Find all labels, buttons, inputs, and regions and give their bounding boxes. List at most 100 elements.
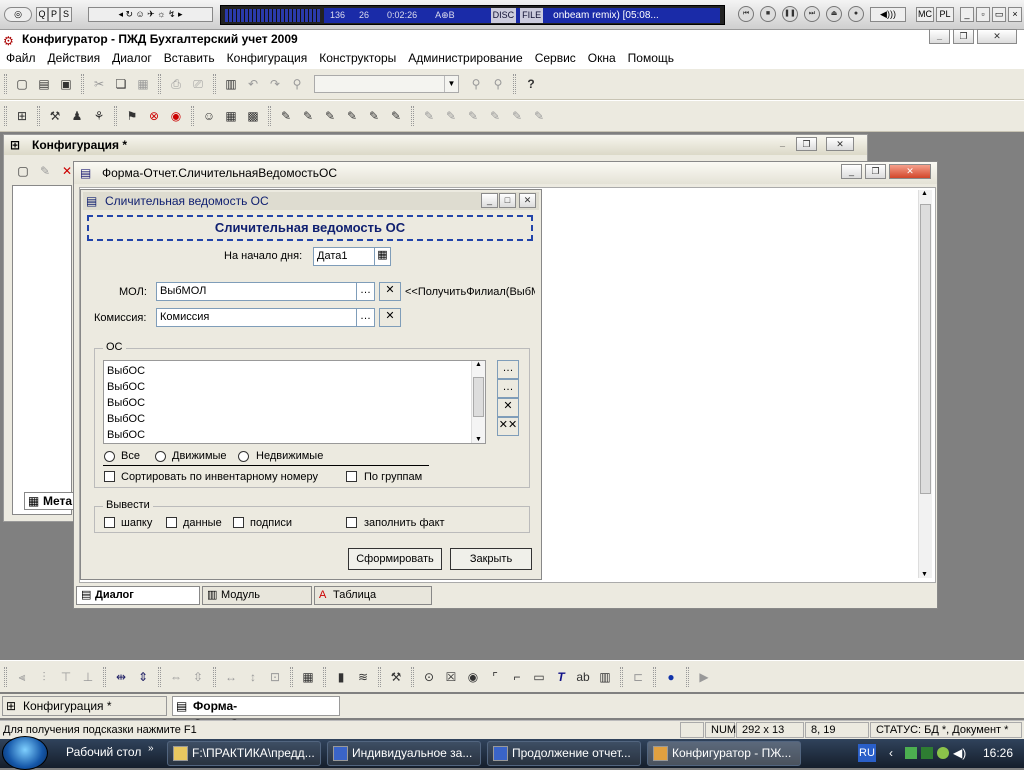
player-p-button[interactable]: P bbox=[48, 7, 60, 22]
wizard-8-icon[interactable]: ✎ bbox=[443, 108, 459, 124]
clock[interactable]: 16:26 bbox=[983, 741, 1013, 766]
toolbar-grip[interactable] bbox=[4, 74, 7, 94]
undo-icon[interactable]: ↶ bbox=[245, 76, 261, 92]
ok-button-tool-icon[interactable]: ⊙ bbox=[421, 669, 437, 685]
merge-icon[interactable]: ⚑ bbox=[124, 108, 140, 124]
calendar-icon[interactable]: ▦ bbox=[374, 247, 391, 266]
next-track-icon[interactable]: ⏭ bbox=[804, 6, 820, 22]
task-word-1[interactable]: Индивидуальное за... bbox=[327, 741, 481, 766]
os-remove-button[interactable]: ✕ bbox=[497, 398, 519, 417]
stop-icon[interactable]: ■ bbox=[760, 6, 776, 22]
new-object-icon[interactable]: ▢ bbox=[15, 163, 31, 179]
app-minimize-icon[interactable]: _ bbox=[929, 29, 950, 44]
config-close-icon[interactable]: ✕ bbox=[826, 137, 854, 151]
table-icon[interactable]: ▦ bbox=[223, 108, 239, 124]
dialog-close-icon[interactable]: ✕ bbox=[519, 193, 536, 208]
report-header-label[interactable]: Сличительная ведомость ОС bbox=[87, 215, 533, 241]
chevron-double-right-icon[interactable]: » bbox=[148, 743, 154, 754]
os-list[interactable]: ВыбОС ВыбОС ВыбОС ВыбОС ВыбОС ▲ ▼ bbox=[103, 360, 486, 444]
align-top-icon[interactable]: ⊤ bbox=[58, 669, 74, 685]
wizard-7-icon[interactable]: ✎ bbox=[421, 108, 437, 124]
menu-actions[interactable]: Действия bbox=[48, 48, 101, 68]
redo-icon[interactable]: ↷ bbox=[267, 76, 283, 92]
fill-fact-checkbox[interactable] bbox=[346, 517, 357, 528]
os-remove-all-button[interactable]: ✕✕ bbox=[497, 417, 519, 436]
date-field[interactable]: Дата1 bbox=[313, 247, 377, 266]
wizard-6-icon[interactable]: ✎ bbox=[388, 108, 404, 124]
form-window-titlebar[interactable]: ▤ Форма-Отчет.СличительнаяВедомостьОС _ … bbox=[74, 162, 937, 184]
disc-badge[interactable]: DISC bbox=[490, 8, 517, 23]
player-shade-icon[interactable]: ▭ bbox=[992, 7, 1006, 22]
tree-tool-icon[interactable]: ⊏ bbox=[630, 669, 646, 685]
commission-select-button[interactable]: … bbox=[356, 308, 375, 327]
form-vertical-scrollbar[interactable]: ▲ ▼ bbox=[918, 190, 932, 578]
debug-icon[interactable]: ⚘ bbox=[91, 108, 107, 124]
open-icon[interactable]: ▤ bbox=[36, 76, 52, 92]
label-box-tool-icon[interactable]: ▭ bbox=[531, 669, 547, 685]
find-icon[interactable]: ⚲ bbox=[289, 76, 305, 92]
wizard-4-icon[interactable]: ✎ bbox=[344, 108, 360, 124]
same-size-icon[interactable]: ⊡ bbox=[267, 669, 283, 685]
input-tool-icon[interactable]: ab bbox=[575, 669, 591, 685]
prev-track-icon[interactable]: ⏮ bbox=[738, 6, 754, 22]
radio-immovable[interactable] bbox=[238, 451, 249, 462]
menu-service[interactable]: Сервис bbox=[535, 48, 576, 68]
mc-button[interactable]: MC bbox=[916, 7, 934, 22]
commission-clear-button[interactable]: ✕ bbox=[379, 308, 401, 327]
start-button[interactable] bbox=[2, 736, 48, 770]
menu-insert[interactable]: Вставить bbox=[164, 48, 215, 68]
menu-constructors[interactable]: Конструкторы bbox=[319, 48, 396, 68]
wizard-3-icon[interactable]: ✎ bbox=[322, 108, 338, 124]
grid-icon[interactable]: ▦ bbox=[300, 669, 316, 685]
player-minimize-icon[interactable]: _ bbox=[960, 7, 974, 22]
frame-tool-icon[interactable]: ⌐ bbox=[509, 669, 525, 685]
table-tool-icon[interactable]: ▥ bbox=[597, 669, 613, 685]
record-icon[interactable]: ● bbox=[848, 6, 864, 22]
form-close-icon[interactable]: ✕ bbox=[889, 164, 931, 179]
user-icon[interactable]: ☺ bbox=[201, 108, 217, 124]
search-combobox[interactable]: ▼ bbox=[314, 75, 459, 93]
player-close-icon[interactable]: × bbox=[1008, 7, 1022, 22]
menu-windows[interactable]: Окна bbox=[588, 48, 616, 68]
align-left-icon[interactable]: ⫷ bbox=[14, 669, 30, 685]
new-icon[interactable]: ▢ bbox=[14, 76, 30, 92]
wizard-9-icon[interactable]: ✎ bbox=[465, 108, 481, 124]
text-tool-icon[interactable]: T bbox=[553, 669, 569, 685]
table-edit-icon[interactable]: ▩ bbox=[245, 108, 261, 124]
align-center-icon[interactable]: ⫶ bbox=[36, 669, 52, 685]
disabled-tool-icon[interactable]: ▶ bbox=[696, 669, 712, 685]
volume-tray-icon[interactable]: ◀) bbox=[953, 741, 966, 766]
menu-dialog[interactable]: Диалог bbox=[112, 48, 152, 68]
pl-button[interactable]: PL bbox=[936, 7, 954, 22]
tab-module[interactable]: ▥ Модуль bbox=[202, 586, 312, 605]
toolbar-grip[interactable] bbox=[4, 106, 7, 126]
mol-select-button[interactable]: … bbox=[356, 282, 375, 301]
scroll-thumb[interactable] bbox=[473, 377, 484, 417]
copy-icon[interactable]: ❏ bbox=[113, 76, 129, 92]
radio-all[interactable] bbox=[104, 451, 115, 462]
tree-icon[interactable]: ⊞ bbox=[14, 108, 30, 124]
dialog-minimize-icon[interactable]: _ bbox=[481, 193, 498, 208]
help-icon[interactable]: ? bbox=[523, 76, 539, 92]
center-vertical-icon[interactable]: ⇕ bbox=[135, 669, 151, 685]
header-checkbox[interactable] bbox=[104, 517, 115, 528]
language-indicator[interactable]: RU bbox=[858, 744, 876, 762]
stop-debug-icon[interactable]: ⊗ bbox=[146, 108, 162, 124]
list-item[interactable]: ВыбОС bbox=[107, 379, 145, 395]
os-select-button[interactable]: … bbox=[497, 360, 519, 379]
metadata-icon[interactable]: ⚒ bbox=[47, 108, 63, 124]
app-restore-icon[interactable]: ❐ bbox=[953, 29, 974, 44]
config-minimize-icon[interactable]: _ bbox=[772, 137, 793, 151]
radio-tool-icon[interactable]: ◉ bbox=[465, 669, 481, 685]
cut-icon[interactable]: ✂ bbox=[91, 76, 107, 92]
app-close-icon[interactable]: ✕ bbox=[977, 29, 1017, 44]
window-tab-config[interactable]: ⊞ Конфигурация * bbox=[2, 696, 167, 716]
config-restore-icon[interactable]: ❐ bbox=[796, 137, 817, 151]
tab-metadata[interactable]: ▦ Мета bbox=[24, 492, 74, 510]
same-width-icon[interactable]: ↔ bbox=[223, 669, 239, 685]
scroll-down-icon[interactable]: ▼ bbox=[475, 436, 482, 443]
volume-icon[interactable]: ◀))) bbox=[870, 7, 906, 22]
menu-configuration[interactable]: Конфигурация bbox=[227, 48, 308, 68]
same-height-icon[interactable]: ↕ bbox=[245, 669, 261, 685]
tab-table[interactable]: A Таблица bbox=[314, 586, 432, 605]
